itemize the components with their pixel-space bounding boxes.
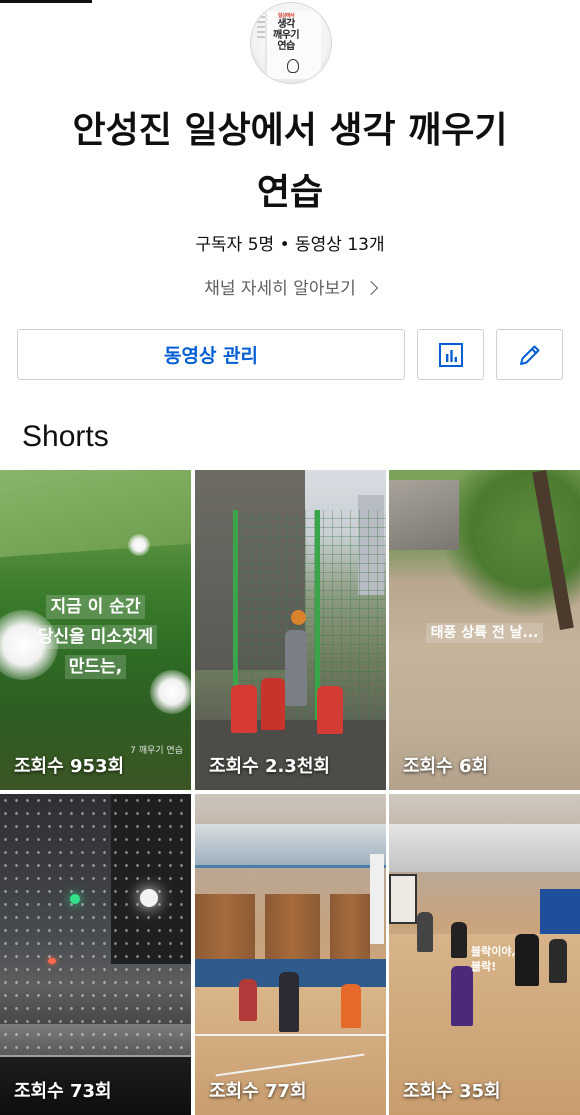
thumbnail-art bbox=[128, 534, 150, 556]
short-thumbnail-5[interactable]: 조회수 77회 bbox=[195, 794, 386, 1115]
avatar-book-title: 일상에서 생각 깨우기 연습 bbox=[273, 13, 300, 52]
short-caption: 태풍 상륙 전 날... bbox=[389, 622, 580, 643]
thumbnail-art bbox=[540, 889, 580, 934]
thumbnail-art bbox=[515, 934, 539, 986]
thumbnail-art bbox=[317, 686, 343, 734]
short-caption-line: 지금 이 순간 bbox=[0, 592, 191, 619]
manage-videos-label: 동영상 관리 bbox=[163, 345, 258, 367]
thumbnail-art bbox=[239, 979, 257, 1021]
short-view-count: 조회수 77회 bbox=[209, 1081, 307, 1102]
channel-name-line2: 연습 bbox=[256, 172, 324, 213]
head-icon bbox=[287, 59, 299, 73]
short-thumbnail-1[interactable]: 지금 이 순간 당신을 미소짓게 만드는, 7 깨우기 연습 조회수 953회 bbox=[0, 470, 191, 790]
short-view-count: 조회수 35회 bbox=[403, 1081, 501, 1102]
short-view-count: 조회수 953회 bbox=[14, 756, 125, 777]
thumbnail-art bbox=[389, 874, 417, 924]
short-caption-line: 블락이야, bbox=[471, 945, 516, 958]
thumbnail-art bbox=[330, 894, 370, 959]
thumbnail-art bbox=[370, 854, 384, 944]
short-view-count: 조회수 2.3천회 bbox=[209, 756, 330, 777]
thumbnail-art bbox=[195, 1034, 386, 1036]
shorts-section-title: Shorts bbox=[22, 420, 109, 453]
channel-avatar[interactable]: 일상에서 생각 깨우기 연습 bbox=[250, 2, 332, 84]
thumbnail-art bbox=[195, 824, 386, 868]
pencil-icon bbox=[519, 345, 539, 365]
channel-name: 안성진 일상에서 생각 깨우기 연습 bbox=[0, 100, 580, 224]
thumbnail-art bbox=[389, 480, 459, 550]
thumbnail-art bbox=[265, 894, 320, 959]
thumbnail-art bbox=[389, 824, 580, 872]
short-watermark: 7 깨우기 연습 bbox=[130, 746, 183, 756]
channel-about-label: 채널 자세히 알아보기 bbox=[204, 279, 356, 299]
channel-about-link[interactable]: 채널 자세히 알아보기 bbox=[0, 274, 580, 299]
short-thumbnail-2[interactable]: 조회수 2.3천회 bbox=[195, 470, 386, 790]
thumbnail-art bbox=[341, 984, 361, 1028]
thumbnail-art bbox=[291, 610, 306, 625]
channel-name-line1: 안성진 일상에서 생각 깨우기 bbox=[72, 110, 508, 151]
thumbnail-art bbox=[285, 630, 307, 706]
manage-videos-button[interactable]: 동영상 관리 bbox=[17, 329, 405, 380]
short-thumbnail-4[interactable]: 조회수 73회 bbox=[0, 794, 191, 1115]
short-thumbnail-3[interactable]: 태풍 상륙 전 날... 조회수 6회 bbox=[389, 470, 580, 790]
analytics-button[interactable] bbox=[417, 329, 484, 380]
edit-channel-button[interactable] bbox=[496, 329, 563, 380]
short-caption-line: 당신을 미소짓게 bbox=[0, 622, 191, 649]
thumbnail-art bbox=[417, 912, 433, 952]
thumbnail-art bbox=[261, 678, 285, 730]
short-caption-line: 블락! bbox=[471, 960, 497, 973]
thumbnail-art bbox=[195, 894, 255, 959]
short-caption: 블락이야, 블락! bbox=[471, 944, 516, 974]
status-indicator bbox=[0, 0, 92, 3]
bar-chart-icon bbox=[438, 342, 463, 367]
short-thumbnail-6[interactable]: 블락이야, 블락! 조회수 35회 bbox=[389, 794, 580, 1115]
short-view-count: 조회수 6회 bbox=[403, 756, 489, 777]
thumbnail-art bbox=[549, 939, 567, 983]
channel-stats: 구독자 5명 • 동영상 13개 bbox=[195, 235, 385, 255]
chevron-right-icon bbox=[363, 280, 378, 296]
thumbnail-art bbox=[231, 685, 257, 733]
thumbnail-art bbox=[451, 966, 473, 1026]
short-view-count: 조회수 73회 bbox=[14, 1081, 112, 1102]
short-caption-line: 만드는, bbox=[0, 652, 191, 679]
shorts-grid: 지금 이 순간 당신을 미소짓게 만드는, 7 깨우기 연습 조회수 953회 … bbox=[0, 470, 580, 1115]
thumbnail-art bbox=[279, 972, 299, 1032]
thumbnail-art bbox=[451, 922, 467, 958]
thumbnail-art bbox=[0, 470, 191, 559]
